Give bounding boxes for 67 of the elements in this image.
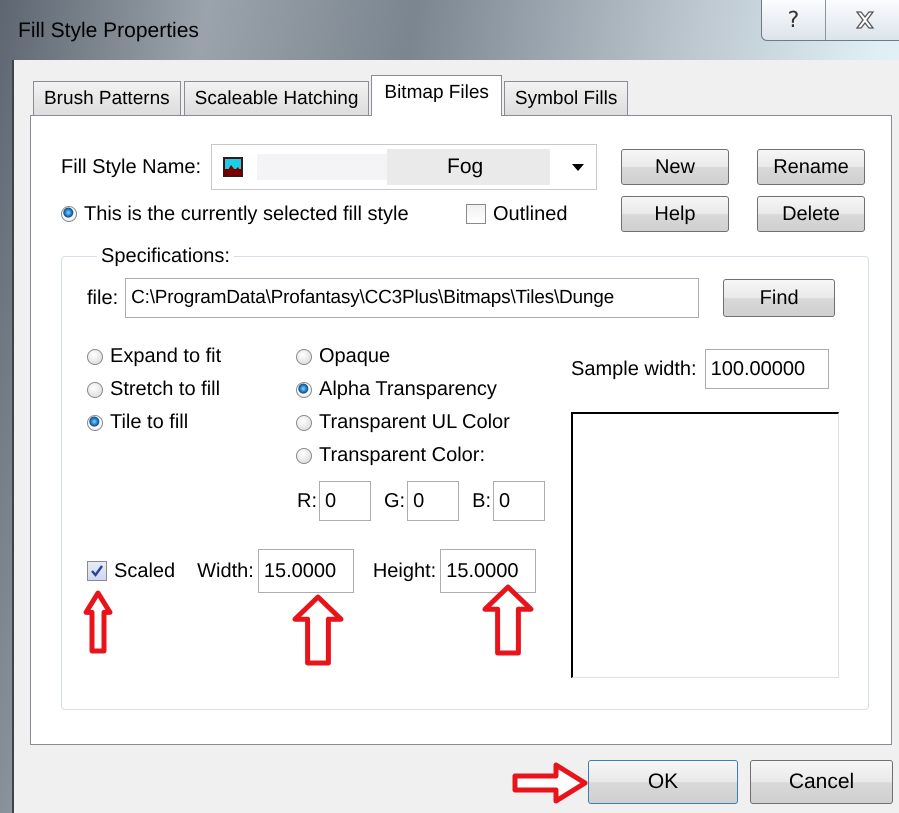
radio-button[interactable] bbox=[87, 348, 103, 364]
cancel-button[interactable]: Cancel bbox=[750, 760, 893, 804]
rename-button[interactable]: Rename bbox=[757, 149, 865, 185]
color-value-field[interactable]: 0 bbox=[493, 481, 546, 521]
radio-option[interactable]: Opaque bbox=[296, 340, 510, 373]
group-title: Specifications: bbox=[100, 245, 231, 268]
window-title: Fill Style Properties bbox=[18, 19, 199, 43]
radio-option[interactable]: This is the currently selected fill style bbox=[61, 202, 466, 226]
radio-button[interactable] bbox=[61, 206, 77, 222]
help-button[interactable]: Help bbox=[621, 196, 729, 232]
color-value-field[interactable]: 0 bbox=[319, 481, 371, 521]
radio-button[interactable] bbox=[87, 382, 103, 398]
radio-option[interactable]: Tile to fill bbox=[87, 406, 296, 439]
field-label: Height: bbox=[372, 560, 436, 582]
option-label: Transparent UL Color bbox=[319, 411, 510, 434]
field-label: R: bbox=[297, 490, 317, 512]
option-label: Alpha Transparency bbox=[319, 378, 497, 401]
option-label: Expand to fit bbox=[110, 345, 222, 368]
caret-icon bbox=[572, 164, 584, 170]
checkbox[interactable] bbox=[466, 204, 486, 224]
radio-button[interactable] bbox=[296, 414, 312, 430]
sample-width-field[interactable]: 100.00000 bbox=[704, 349, 829, 389]
height-field[interactable]: 15.0000 bbox=[440, 549, 536, 593]
option-label: Tile to fill bbox=[110, 411, 188, 434]
tab[interactable]: Symbol Fills bbox=[504, 81, 628, 115]
annotation-arrow bbox=[482, 584, 534, 656]
option-label: Stretch to fill bbox=[110, 378, 220, 401]
option-label: Scaled bbox=[114, 560, 176, 582]
fill-style-dropdown[interactable]: Fog bbox=[211, 144, 597, 190]
checkbox-option[interactable]: Outlined bbox=[466, 202, 621, 226]
new-button[interactable]: New bbox=[621, 149, 729, 185]
file-path-field[interactable]: C:\ProgramData\Profantasy\CC3Plus\Bitmaps\Tiles\Dunge bbox=[125, 278, 700, 318]
option-label: Opaque bbox=[319, 345, 390, 368]
help-button[interactable]: ? bbox=[762, 0, 826, 40]
checkbox-option[interactable]: Scaled bbox=[87, 560, 176, 582]
annotation-arrow bbox=[292, 594, 344, 666]
color-value-field[interactable]: 0 bbox=[407, 481, 460, 521]
ok-button[interactable]: OK bbox=[588, 760, 738, 804]
field-label: Width: bbox=[197, 560, 254, 582]
radio-option[interactable]: Alpha Transparency bbox=[296, 373, 510, 406]
annotation-arrow bbox=[83, 590, 113, 654]
radio-button[interactable] bbox=[296, 448, 312, 464]
option-label: This is the currently selected fill style bbox=[84, 202, 409, 226]
tab[interactable]: Scaleable Hatching bbox=[184, 81, 370, 115]
field-label: Sample width: bbox=[571, 358, 697, 380]
radio-button[interactable] bbox=[87, 414, 103, 430]
delete-button[interactable]: Delete bbox=[757, 196, 865, 232]
width-field[interactable]: 15.0000 bbox=[258, 549, 354, 593]
close-icon bbox=[855, 11, 875, 29]
radio-option[interactable]: Transparent UL Color bbox=[296, 406, 510, 439]
field-label: file: bbox=[87, 286, 118, 310]
dropdown-value: Fog bbox=[387, 149, 550, 185]
checkbox[interactable] bbox=[87, 561, 107, 581]
radio-option[interactable]: Transparent Color: bbox=[296, 439, 510, 472]
field-label: G: bbox=[384, 490, 406, 512]
radio-option[interactable]: Stretch to fill bbox=[87, 373, 296, 406]
option-label: Transparent Color: bbox=[319, 444, 485, 467]
radio-button[interactable] bbox=[296, 382, 312, 398]
picture-icon bbox=[223, 157, 243, 177]
find-button[interactable]: Find bbox=[723, 279, 836, 317]
radio-button[interactable] bbox=[296, 348, 312, 364]
field-label: Fill Style Name: bbox=[61, 156, 202, 178]
tab[interactable]: Brush Patterns bbox=[33, 81, 181, 115]
radio-option[interactable]: Expand to fit bbox=[87, 340, 296, 373]
option-label: Outlined bbox=[493, 202, 568, 226]
tab[interactable]: Bitmap Files bbox=[371, 75, 502, 116]
field-label: B: bbox=[472, 490, 492, 512]
